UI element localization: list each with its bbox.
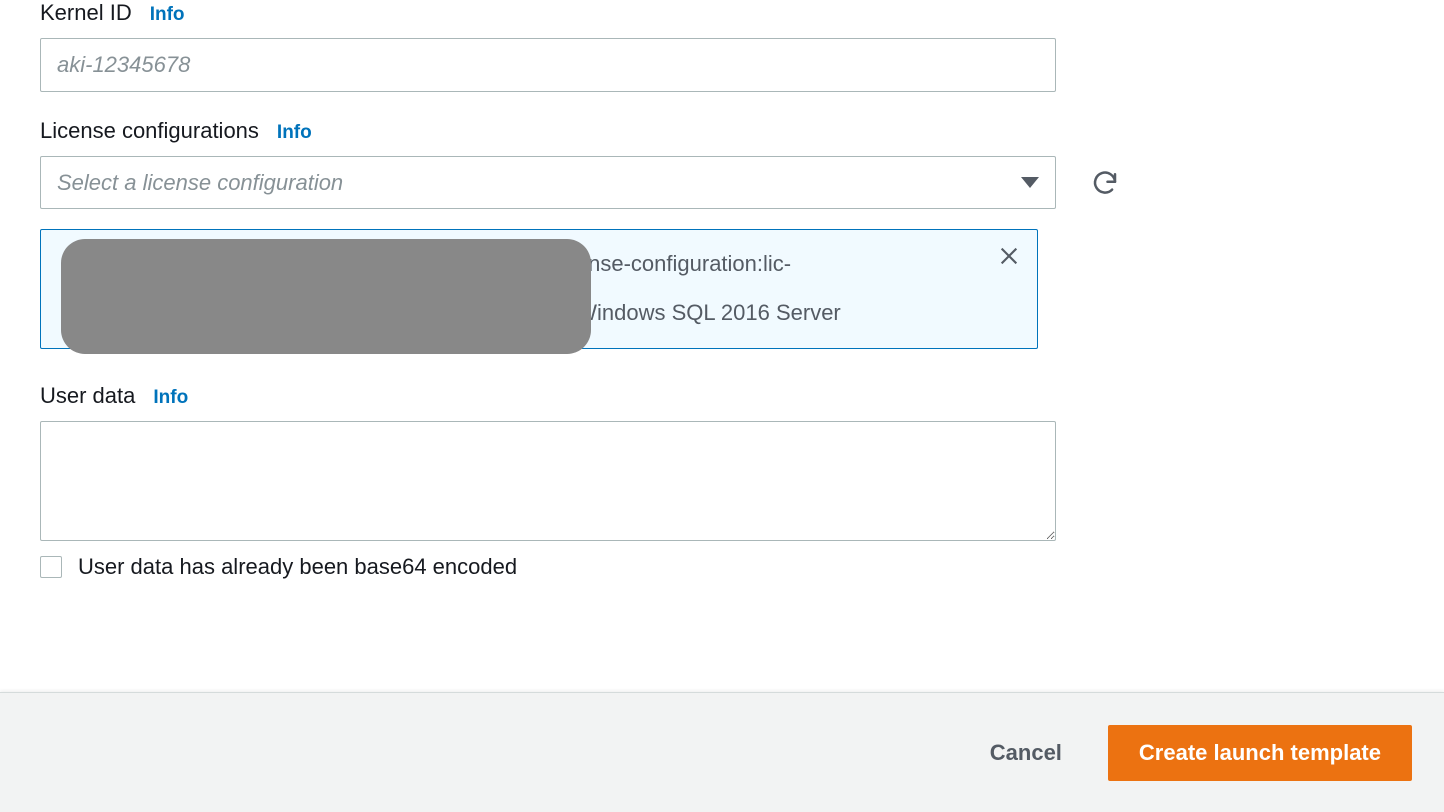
form-group-kernel-id: Kernel ID Info xyxy=(40,0,1404,92)
close-icon[interactable] xyxy=(995,242,1023,270)
redacted-block xyxy=(61,239,591,354)
user-data-label: User data xyxy=(40,383,135,409)
license-config-label-row: License configurations Info xyxy=(40,118,1404,144)
license-config-select-row: Select a license configuration xyxy=(40,156,1404,209)
chevron-down-icon xyxy=(1021,177,1039,188)
footer-bar: Cancel Create launch template xyxy=(0,692,1444,812)
kernel-id-label-row: Kernel ID Info xyxy=(40,0,1404,26)
user-data-textarea[interactable] xyxy=(40,421,1056,541)
form-group-license-config: License configurations Info Select a lic… xyxy=(40,118,1404,349)
form-group-user-data: User data Info User data has already bee… xyxy=(40,383,1404,580)
cancel-button[interactable]: Cancel xyxy=(972,728,1080,778)
base64-encoded-label: User data has already been base64 encode… xyxy=(78,554,517,580)
base64-encoded-checkbox[interactable] xyxy=(40,556,62,578)
kernel-id-info-link[interactable]: Info xyxy=(150,4,185,26)
license-config-select[interactable]: Select a license configuration xyxy=(40,156,1056,209)
refresh-icon[interactable] xyxy=(1090,168,1120,198)
license-selected-tag: :license-configuration:lic- : Windows SQ… xyxy=(40,229,1038,349)
license-config-info-link[interactable]: Info xyxy=(277,122,312,144)
user-data-label-row: User data Info xyxy=(40,383,1404,409)
license-config-placeholder: Select a license configuration xyxy=(57,170,343,196)
license-config-label: License configurations xyxy=(40,118,259,144)
kernel-id-input[interactable] xyxy=(40,38,1056,92)
user-data-checkbox-row: User data has already been base64 encode… xyxy=(40,554,1404,580)
user-data-info-link[interactable]: Info xyxy=(153,387,188,409)
kernel-id-label: Kernel ID xyxy=(40,0,132,26)
create-launch-template-button[interactable]: Create launch template xyxy=(1108,725,1412,781)
